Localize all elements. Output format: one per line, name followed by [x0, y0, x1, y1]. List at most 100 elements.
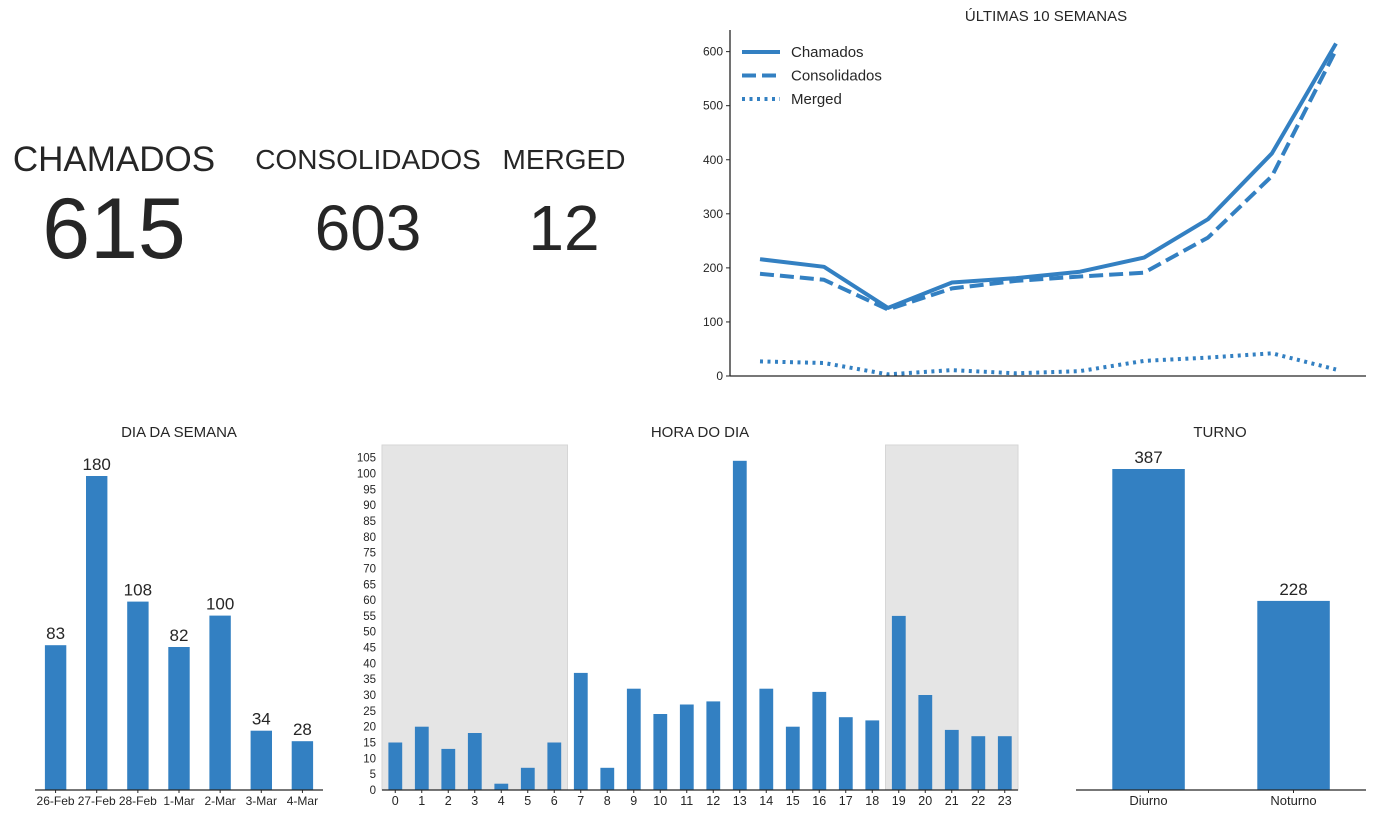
- hour-y-tick-label: 55: [363, 611, 376, 623]
- line-chart-title: ÚLTIMAS 10 SEMANAS: [965, 8, 1127, 25]
- legend-label-merged: Merged: [791, 91, 842, 108]
- hour-x-tick-label: 0: [392, 794, 399, 808]
- hour-bar: [971, 736, 986, 790]
- weekday-x-tick-label: 1-Mar: [163, 794, 194, 808]
- hour-x-tick-label: 12: [706, 794, 720, 808]
- line-chart-series: [759, 42, 1338, 377]
- hour-x-tick-label: 10: [653, 794, 667, 808]
- hour-x-tick-label: 6: [551, 794, 558, 808]
- hour-y-tick-label: 45: [363, 643, 376, 655]
- weekday-value-label: 100: [206, 595, 234, 614]
- weekly-line-chart: ÚLTIMAS 10 SEMANAS 0 100 200 300 400 500 600 C…: [703, 8, 1366, 383]
- hour-bar: [653, 714, 668, 790]
- weekday-bars: 83 26-Feb 180 27-Feb 108 28-Feb 82 1-Mar 100 2-Ma…: [37, 455, 319, 808]
- weekday-x-tick-label: 2-Mar: [204, 794, 235, 808]
- hour-bar: [414, 726, 429, 790]
- hour-y-tick-label: 100: [357, 468, 376, 480]
- line-series-consolidados: [759, 49, 1338, 312]
- hour-bar: [865, 720, 880, 790]
- shift-value-label: 228: [1279, 580, 1307, 599]
- shift-x-tick-label: Noturno: [1270, 793, 1316, 808]
- weekday-bar: [250, 730, 272, 790]
- hour-x-tick-label: 22: [971, 794, 985, 808]
- hour-y-ticks: 0 5 10 15 20 25 30 35 40 45 50 55 60 65 70 75 80 85 90 95 10…: [357, 453, 376, 797]
- hour-y-tick-label: 70: [363, 563, 376, 575]
- weekday-value-label: 180: [83, 455, 111, 474]
- shift-value-label: 387: [1134, 448, 1162, 467]
- shift-chart-title: TURNO: [1193, 424, 1246, 441]
- weekday-bar: [209, 615, 231, 790]
- line-y-tick-label: 300: [703, 207, 723, 221]
- weekday-value-label: 34: [252, 710, 271, 729]
- shift-bar: [1112, 469, 1185, 790]
- hour-y-tick-label: 30: [363, 690, 376, 702]
- line-y-tick-label: 600: [703, 45, 723, 59]
- hour-y-tick-label: 15: [363, 738, 376, 750]
- hour-bar: [388, 742, 403, 790]
- weekday-bar: [86, 476, 108, 790]
- line-series-merged: [759, 351, 1337, 377]
- weekday-chart-title: DIA DA SEMANA: [121, 424, 237, 441]
- hour-x-tick-label: 9: [630, 794, 637, 808]
- hour-bar: [547, 742, 562, 790]
- weekday-bar-chart: DIA DA SEMANA 83 26-Feb 180 27-Feb 108 28-Feb…: [35, 424, 323, 808]
- weekday-bar: [44, 645, 67, 790]
- hour-x-tick-label: 5: [524, 794, 531, 808]
- hour-bar: [891, 615, 906, 790]
- shift-x-tick-label: Diurno: [1129, 793, 1167, 808]
- hour-y-tick-label: 75: [363, 548, 376, 560]
- hour-bar: [918, 695, 933, 790]
- hour-x-tick-label: 3: [471, 794, 478, 808]
- weekday-x-tick-label: 3-Mar: [246, 794, 277, 808]
- hour-y-tick-label: 105: [357, 453, 376, 465]
- hour-bar: [679, 704, 694, 790]
- weekday-x-tick-label: 27-Feb: [78, 794, 116, 808]
- hour-bar: [441, 748, 456, 790]
- weekday-value-label: 83: [46, 624, 65, 643]
- hour-y-tick-label: 35: [363, 674, 376, 686]
- legend-label-consolidados: Consolidados: [791, 68, 882, 85]
- hour-bar: [838, 717, 853, 790]
- weekday-bar: [168, 647, 190, 790]
- hour-x-tick-label: 23: [998, 794, 1012, 808]
- hour-bar: [467, 733, 482, 790]
- hour-x-tick-label: 1: [418, 794, 425, 808]
- hour-bar: [732, 460, 747, 790]
- shift-bar: [1257, 600, 1330, 790]
- charts-canvas: ÚLTIMAS 10 SEMANAS 0100200300400500600 C…: [35, 8, 1366, 808]
- hour-bar: [494, 783, 509, 790]
- hour-x-tick-label: 14: [759, 794, 773, 808]
- hour-y-tick-label: 80: [363, 532, 376, 544]
- hour-chart-title: HORA DO DIA: [651, 424, 749, 441]
- hour-bar-chart: HORA DO DIA 0510152025303540455055606570…: [357, 424, 1019, 808]
- hour-x-tick-label: 4: [498, 794, 505, 808]
- hour-x-tick-label: 17: [839, 794, 853, 808]
- weekday-value-label: 82: [170, 626, 189, 645]
- hour-x-tick-label: 11: [680, 794, 693, 808]
- weekday-bar: [127, 601, 149, 790]
- line-y-tick-label: 0: [716, 369, 723, 383]
- line-chart-y-ticks: 0 100 200 300 400 500 600: [703, 45, 730, 383]
- line-chart-legend: Chamados Consolidados Merged: [742, 44, 882, 108]
- hour-bar: [573, 672, 588, 790]
- hour-y-tick-label: 10: [363, 753, 376, 765]
- hour-bar: [626, 688, 641, 790]
- hour-bar: [785, 726, 800, 790]
- line-y-tick-label: 400: [703, 153, 723, 167]
- hour-x-tick-label: 7: [577, 794, 584, 808]
- shift-bar-chart: TURNO 387 Diurno 228 Noturno: [1076, 424, 1366, 808]
- hour-y-tick-label: 60: [363, 595, 376, 607]
- hour-x-tick-label: 16: [812, 794, 826, 808]
- hour-y-tick-label: 20: [363, 722, 376, 734]
- hour-x-tick-label: 15: [786, 794, 800, 808]
- weekday-value-label: 108: [124, 581, 152, 600]
- weekday-x-tick-label: 26-Feb: [37, 794, 75, 808]
- hour-x-tick-label: 8: [604, 794, 611, 808]
- hour-x-tick-label: 19: [892, 794, 906, 808]
- hour-y-tick-label: 90: [363, 500, 376, 512]
- hour-bar: [520, 767, 535, 790]
- hour-bar: [706, 701, 721, 790]
- hour-x-tick-label: 20: [918, 794, 932, 808]
- hour-bar: [759, 688, 774, 790]
- hour-x-tick-label: 13: [733, 794, 747, 808]
